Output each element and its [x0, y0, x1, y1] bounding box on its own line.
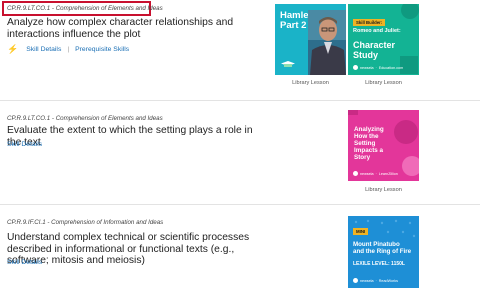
partner-logos: newsela · LearnZillion [353, 171, 398, 176]
lesson-type-label: Library Lesson [292, 80, 329, 86]
standard-links: ⚡ Skill Details | Prerequisite Skills [7, 44, 129, 55]
standard-code: CP.R.9.LT.CO.1 - Comprehension of Elemen… [7, 5, 163, 12]
logo-separator: · [375, 278, 377, 283]
lesson-title: Mount Pinatubo and the Ring of Fire [353, 241, 412, 255]
skill-details-link[interactable]: Skill Details [26, 46, 61, 53]
standard-code: CP.R.9.LT.CO.1 - Comprehension of Elemen… [7, 115, 163, 122]
lexile-level: LEXILE LEVEL: 1150L [353, 261, 405, 267]
lesson-title: Hamlet Part 2 [280, 10, 312, 31]
standard-code: CP.R.9.IF.CI.1 - Comprehension of Inform… [7, 219, 164, 226]
lesson-thumbnail-romeo-juliet[interactable]: Skill Builder: Romeo and Juliet: Charact… [348, 4, 419, 75]
lesson-title: Character Study [353, 40, 396, 60]
partner-logos: newsela · Education.com [353, 65, 403, 70]
standard-title: Understand complex technical or scientif… [7, 232, 250, 266]
lesson-type-label: Library Lesson [365, 187, 402, 193]
standard-row: CP.R.9.LT.CO.1 - Comprehension of Elemen… [0, 0, 480, 100]
logo-separator: · [375, 171, 377, 176]
skill-details-link[interactable]: Skill Details [7, 259, 42, 266]
prerequisite-skills-link[interactable]: Prerequisite Skills [75, 46, 129, 53]
presenter-photo [308, 10, 346, 75]
skill-details-link[interactable]: Skill Details [7, 141, 42, 148]
lesson-thumbnail-mount-pinatubo[interactable]: MINI Mount Pinatubo and the Ring of Fire… [348, 216, 419, 288]
graduation-cap-icon [281, 61, 295, 67]
logo-separator: · [375, 65, 377, 70]
lesson-title: Analyzing How the Setting Impacts a Stor… [354, 126, 384, 161]
standard-title: Evaluate the extent to which the setting… [7, 125, 253, 148]
lightning-bolt-icon: ⚡ [7, 44, 19, 54]
link-separator: | [67, 46, 70, 53]
lesson-thumbnail-analyzing-setting[interactable]: Analyzing How the Setting Impacts a Stor… [348, 110, 419, 181]
lesson-thumbnail-hamlet[interactable]: Hamlet Part 2 [275, 4, 346, 75]
standard-title: Analyze how complex character relationsh… [7, 17, 234, 40]
lesson-subtitle: Romeo and Juliet: [353, 28, 401, 34]
newsela-logo-icon [353, 171, 358, 176]
standard-links: Skill Details [7, 259, 42, 266]
mini-badge: MINI [353, 228, 369, 235]
newsela-logo-icon [353, 278, 358, 283]
newsela-logo-icon [353, 65, 358, 70]
skill-builder-badge: Skill Builder: [353, 19, 386, 26]
lesson-type-label: Library Lesson [365, 80, 402, 86]
standard-links: Skill Details [7, 141, 42, 148]
partner-logos: newsela · ReadWorks [353, 278, 398, 283]
